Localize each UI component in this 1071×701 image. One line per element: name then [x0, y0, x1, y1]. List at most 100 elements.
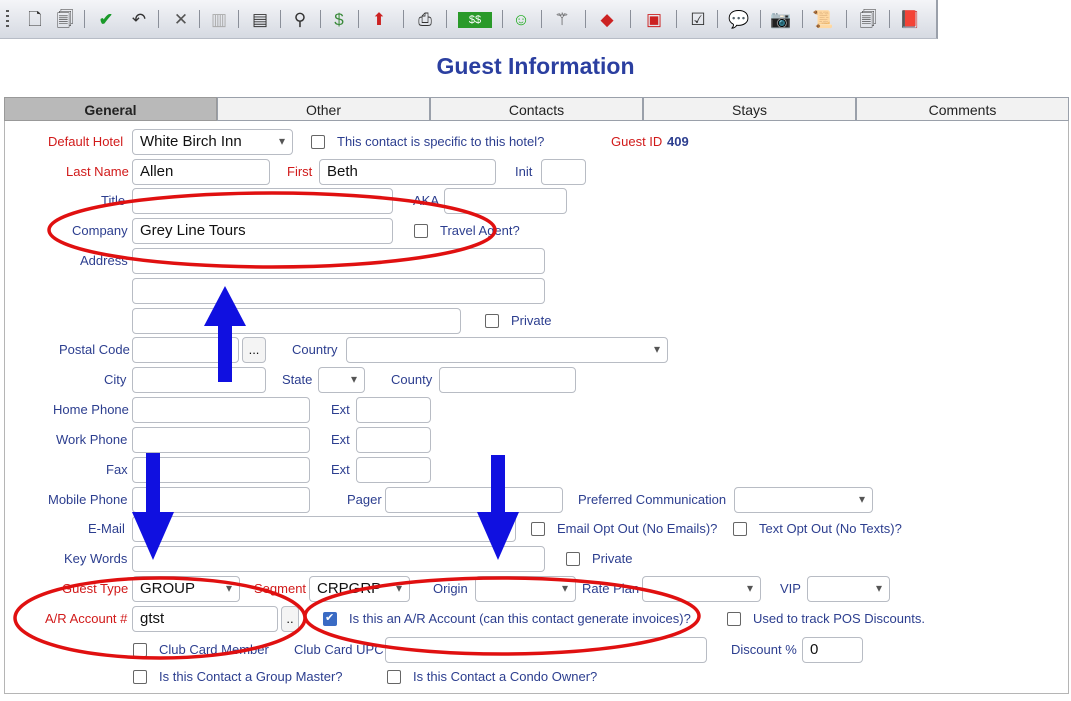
segment-label: Segment — [254, 581, 307, 596]
page-title: Guest Information — [436, 53, 635, 79]
vip-select[interactable] — [807, 576, 890, 602]
fax-label: Fax — [106, 462, 128, 477]
mobile-phone-label: Mobile Phone — [48, 492, 128, 507]
title-field[interactable] — [132, 188, 393, 214]
delete-icon[interactable]: ✕ — [170, 9, 192, 31]
tab-stays[interactable]: Stays — [643, 97, 856, 121]
tab-contacts[interactable]: Contacts — [430, 97, 643, 121]
first-name-label: First — [287, 164, 313, 179]
documents-icon[interactable]: 🗐 — [857, 9, 879, 31]
tab-other[interactable]: Other — [217, 97, 430, 121]
tab-bar: General Other Contacts Stays Comments — [4, 97, 1069, 121]
tab-general[interactable]: General — [4, 97, 217, 121]
pager-field[interactable] — [385, 487, 563, 513]
address-label: Address — [80, 253, 128, 268]
wand-icon[interactable]: ⚚ — [551, 9, 573, 31]
money-icon[interactable]: $ — [328, 9, 350, 31]
scroll-icon[interactable]: 📜 — [812, 9, 834, 31]
work-ext-label: Ext — [331, 432, 350, 447]
first-name-field[interactable]: Beth — [319, 159, 496, 185]
club-card-member-checkbox[interactable] — [133, 643, 147, 657]
address-line1-field[interactable] — [132, 248, 545, 274]
guest-type-select[interactable]: GROUP — [132, 576, 240, 602]
key-words-private-checkbox[interactable] — [566, 552, 580, 566]
save-check-icon[interactable]: ✔ — [95, 9, 117, 31]
pager-label: Pager — [347, 492, 382, 507]
fax-field[interactable] — [132, 457, 310, 483]
group-master-checkbox[interactable] — [133, 670, 147, 684]
guest-id-label: Guest ID — [611, 134, 663, 149]
export-icon[interactable]: ⬆ — [368, 9, 390, 31]
init-field[interactable] — [541, 159, 586, 185]
condo-owner-checkbox[interactable] — [387, 670, 401, 684]
cash-icon[interactable]: $$ — [458, 12, 492, 28]
email-label: E-Mail — [88, 521, 125, 536]
ar-account-lookup-button[interactable]: .. — [281, 606, 299, 632]
key-words-label: Key Words — [64, 551, 128, 566]
folder-icon[interactable]: ▣ — [643, 9, 665, 31]
address-line2-field[interactable] — [132, 278, 545, 304]
discount-field[interactable]: 0 — [802, 637, 863, 663]
key-words-field[interactable] — [132, 546, 545, 572]
book-icon[interactable]: 📕 — [899, 9, 921, 31]
home-ext-field[interactable] — [356, 397, 431, 423]
rate-plan-label: Rate Plan — [582, 581, 640, 596]
email-field[interactable] — [132, 516, 516, 542]
condo-owner-label: Is this Contact a Condo Owner? — [413, 669, 598, 684]
origin-select[interactable] — [475, 576, 576, 602]
preferred-communication-select[interactable] — [734, 487, 873, 513]
text-opt-out-checkbox[interactable] — [733, 522, 747, 536]
key-words-private-label: Private — [592, 551, 633, 566]
ar-account-label: A/R Account # — [45, 611, 128, 626]
last-name-field[interactable]: Allen — [132, 159, 270, 185]
work-phone-label: Work Phone — [56, 432, 128, 447]
copy-icon[interactable]: 🗐 — [54, 9, 76, 31]
travel-agent-checkbox[interactable] — [414, 224, 428, 238]
init-label: Init — [515, 164, 533, 179]
address-private-checkbox[interactable] — [485, 314, 499, 328]
camera-icon[interactable]: 📷 — [770, 9, 792, 31]
checklist-icon[interactable]: ☑ — [687, 9, 709, 31]
pos-discounts-checkbox[interactable] — [727, 612, 741, 626]
toolbar-grip[interactable] — [6, 10, 9, 28]
guest-id-value: 409 — [667, 134, 689, 149]
new-icon[interactable]: 🗋 — [24, 9, 46, 31]
comment-icon[interactable]: 💬 — [728, 9, 750, 31]
print-icon[interactable]: ⎙ — [414, 9, 436, 31]
aka-field[interactable] — [444, 188, 567, 214]
rate-plan-select[interactable] — [642, 576, 761, 602]
specific-hotel-checkbox[interactable] — [311, 135, 325, 149]
company-field[interactable]: Grey Line Tours — [132, 218, 393, 244]
specific-hotel-label: This contact is specific to this hotel? — [337, 134, 545, 149]
smiley-icon[interactable]: ☺ — [510, 9, 532, 31]
work-ext-field[interactable] — [356, 427, 431, 453]
postal-code-label: Postal Code — [59, 342, 130, 357]
state-select[interactable] — [318, 367, 365, 393]
preferred-communication-label: Preferred Communication — [578, 492, 727, 507]
eraser-icon[interactable]: ◆ — [596, 9, 618, 31]
city-field[interactable] — [132, 367, 266, 393]
tab-comments[interactable]: Comments — [856, 97, 1069, 121]
is-ar-account-checkbox[interactable] — [323, 611, 337, 626]
search-icon[interactable]: ⚲ — [289, 9, 311, 31]
mobile-phone-field[interactable] — [132, 487, 310, 513]
segment-select[interactable]: CRPGRP — [309, 576, 410, 602]
ar-account-field[interactable]: gtst — [132, 606, 278, 632]
postal-lookup-button[interactable]: ... — [242, 337, 266, 363]
undo-icon[interactable]: ↶ — [128, 9, 150, 31]
toolbar: 🗋 🗐 ✔ ↶ ✕ ▥ ▤ ⚲ $ ⬆ ⎙ $$ ☺ ⚚ ◆ ▣ ☑ 💬 📷 📜… — [0, 0, 938, 39]
club-card-upc-field[interactable] — [385, 637, 707, 663]
report-icon[interactable]: ▤ — [249, 9, 271, 31]
email-opt-out-label: Email Opt Out (No Emails)? — [557, 521, 718, 536]
postal-code-field[interactable] — [132, 337, 239, 363]
aka-label: AKA — [413, 193, 440, 208]
work-phone-field[interactable] — [132, 427, 310, 453]
county-field[interactable] — [439, 367, 576, 393]
country-select[interactable] — [346, 337, 668, 363]
default-hotel-select[interactable]: White Birch Inn — [132, 129, 293, 155]
address-line3-field[interactable] — [132, 308, 461, 334]
home-phone-field[interactable] — [132, 397, 310, 423]
email-opt-out-checkbox[interactable] — [531, 522, 545, 536]
merge-icon[interactable]: ▥ — [208, 9, 230, 31]
fax-ext-field[interactable] — [356, 457, 431, 483]
